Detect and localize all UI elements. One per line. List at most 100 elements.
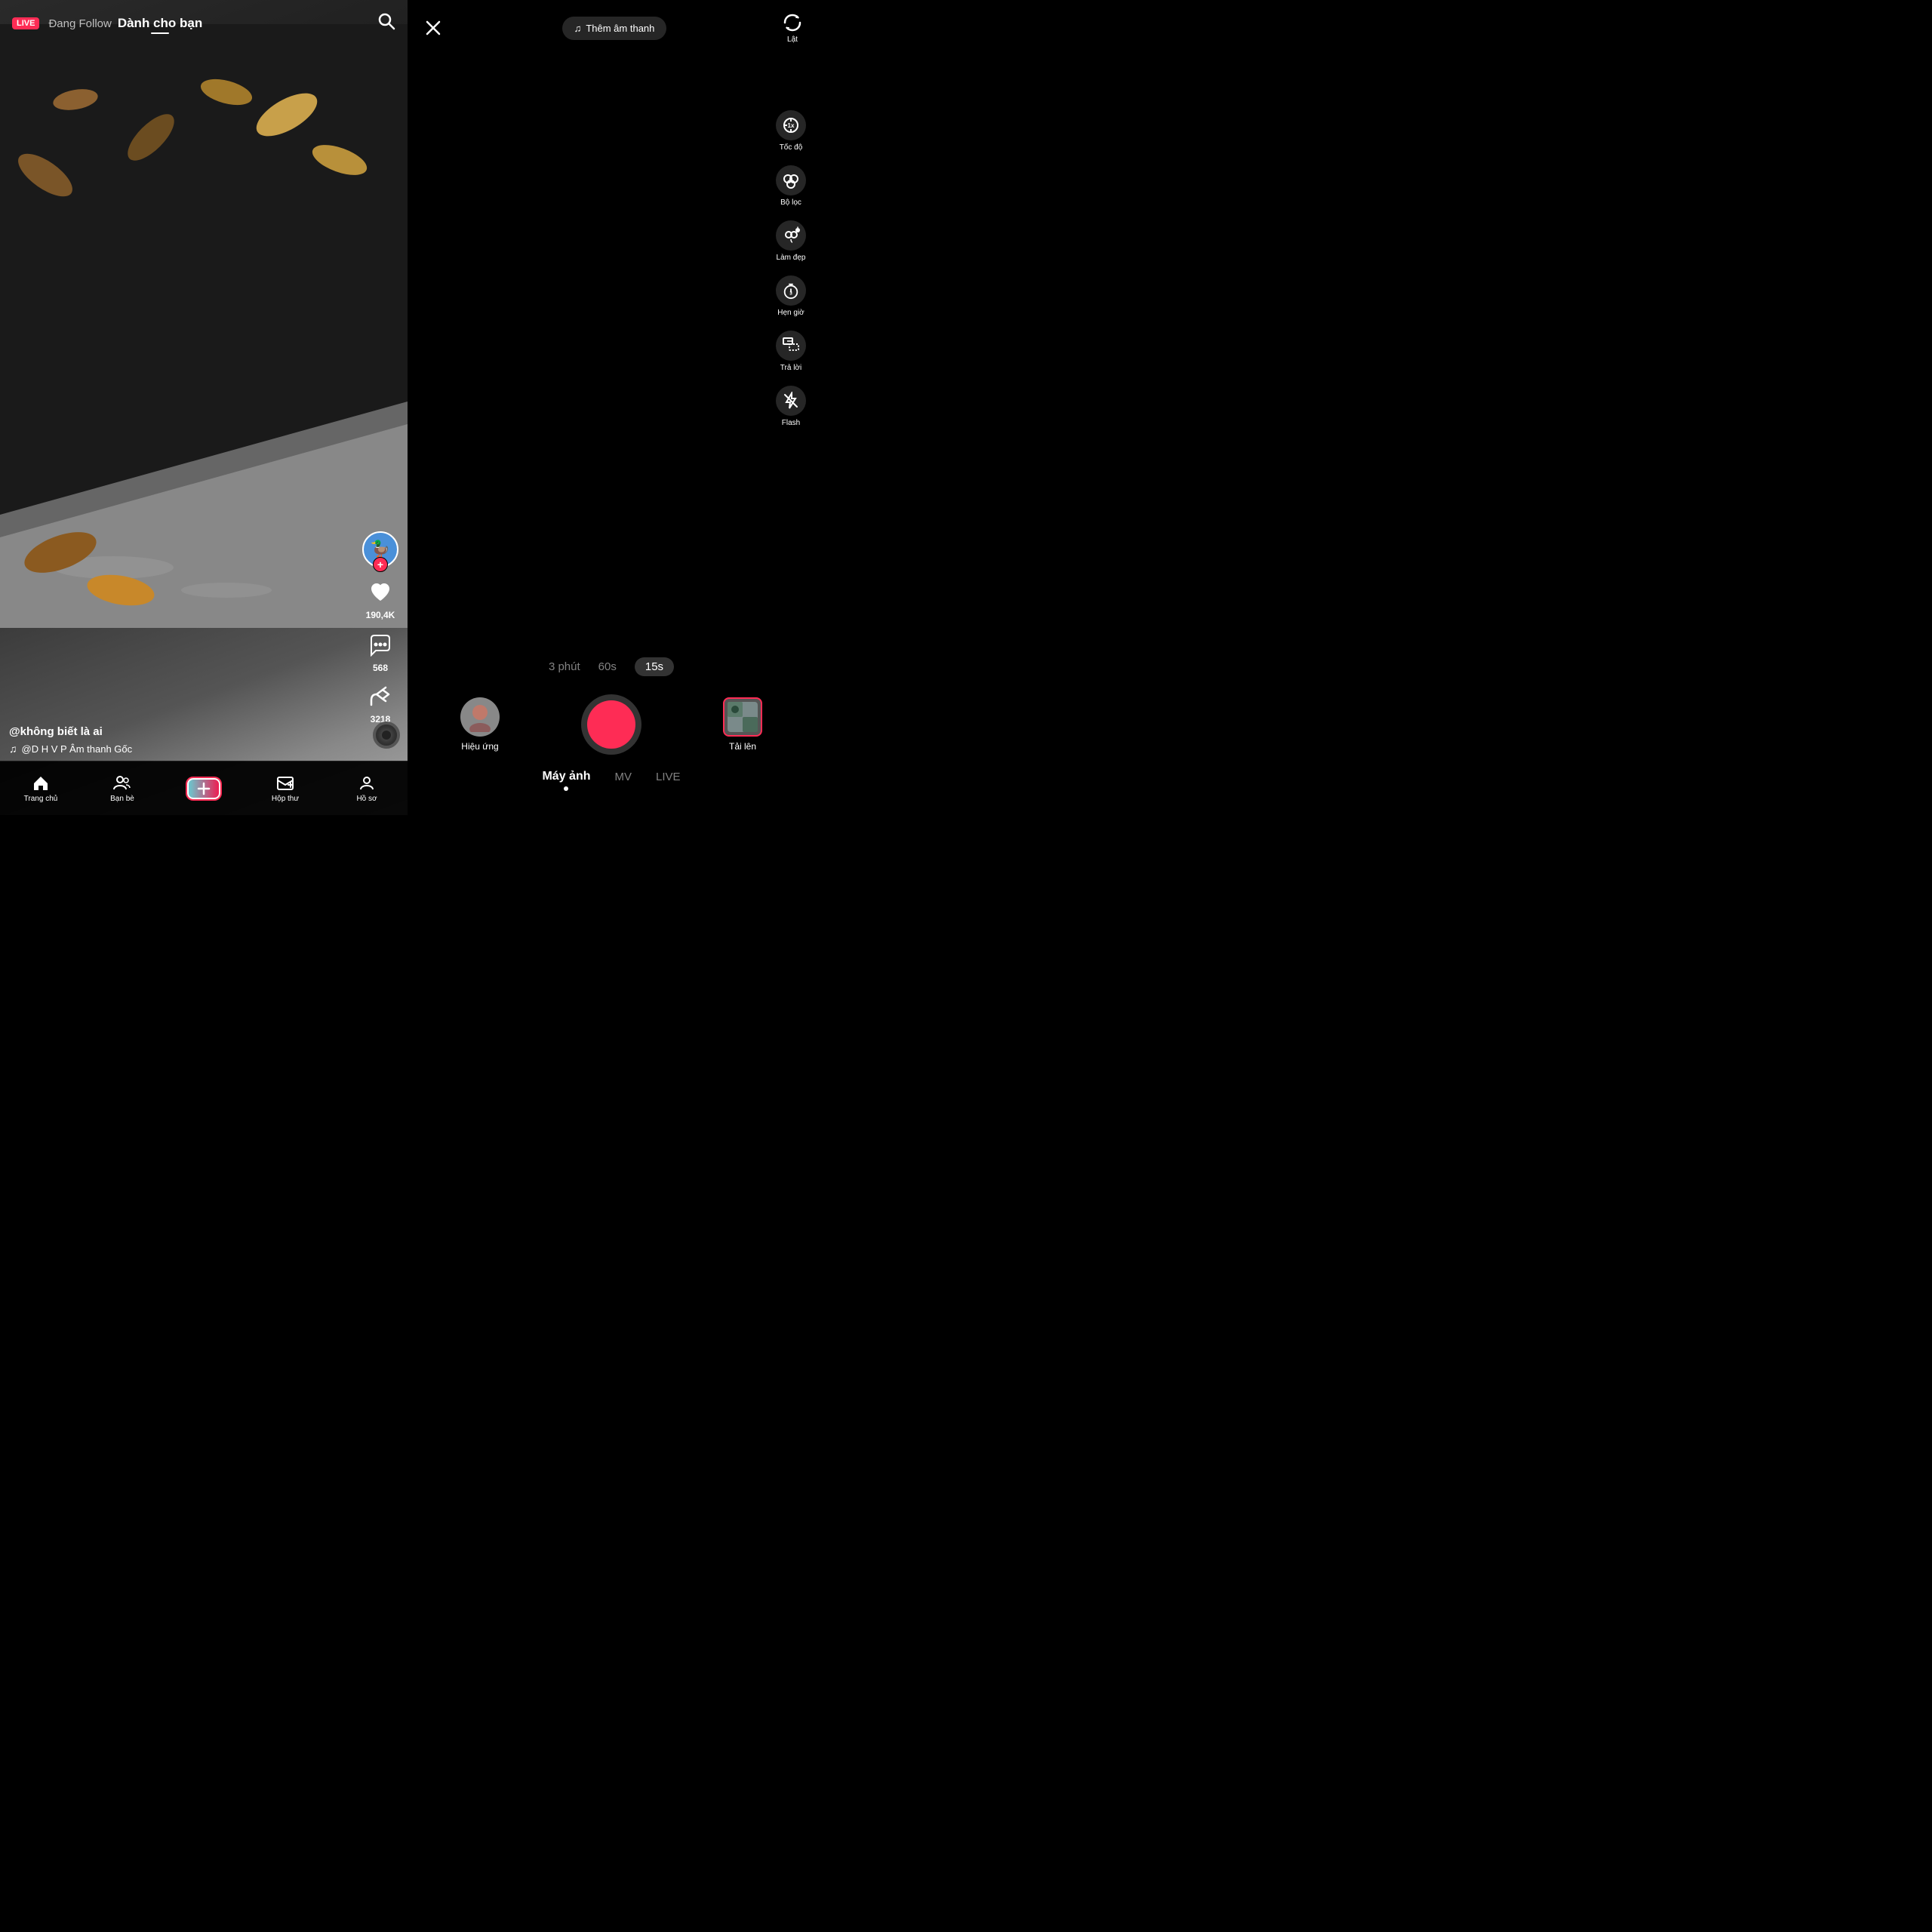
camera-bottom: 3 phút 60s 15s Hiệu ứng [408,645,815,815]
live-badge: LIVE [12,17,39,29]
flash-label: Flash [782,419,800,427]
upload-button[interactable]: Tải lên [723,697,762,752]
beauty-svg [782,226,800,245]
nav-create[interactable] [163,778,245,799]
like-icon [368,580,392,608]
home-icon [32,774,50,792]
follow-plus-badge[interactable]: + [373,557,388,572]
nav-friends[interactable]: Bạn bè [82,774,163,803]
close-icon [424,19,442,37]
effect-button[interactable]: Hiệu ứng [460,697,500,752]
top-bar: LIVE Đang Follow Dành cho bạn [0,0,408,41]
friends-icon [113,774,131,792]
username[interactable]: @không biết là ai [9,725,347,738]
music-note-icon: ♫ [9,743,17,755]
share-icon [369,685,392,712]
search-icon[interactable] [377,12,395,35]
beauty-label: Làm đẹp [777,254,806,262]
nav-profile[interactable]: Hồ sơ [326,774,408,803]
reply-tool[interactable]: Trả lời [776,331,806,372]
flip-icon [782,12,803,33]
camera-top-bar: ♫ Thêm âm thanh Lật [408,0,815,50]
record-button[interactable] [587,700,635,749]
flash-icon [776,386,806,416]
music-disc [373,721,400,749]
avatar-wrap[interactable]: 🦆 + [362,531,398,568]
share-action[interactable]: 3218 [369,685,392,724]
nav-friends-label: Bạn bè [110,795,134,803]
upload-thumbnail [723,697,762,737]
bottom-nav: Trang chủ Bạn bè [0,761,408,815]
speed-tool[interactable]: 1x Tốc độ [776,110,806,152]
upload-label: Tải lên [729,741,756,752]
filter-tool[interactable]: Bộ lọc [776,165,806,207]
duration-3min[interactable]: 3 phút [549,660,580,673]
close-button[interactable] [420,14,447,42]
capture-row: Hiệu ứng Tải lên [420,694,803,755]
filter-icon [776,165,806,195]
bottom-info: @không biết là ai ♫ @D H V P Âm thanh Gố… [9,725,347,755]
music-icon: ♫ [574,23,582,34]
music-text: @D H V P Âm thanh Gốc [22,743,133,755]
add-sound-label: Thêm âm thanh [586,23,654,34]
tab-live[interactable]: LIVE [656,771,681,791]
like-count: 190,4K [366,610,395,620]
tab-mayanh[interactable]: Máy ảnh [542,770,590,791]
nav-inbox[interactable]: Hộp thư [245,774,326,803]
comment-icon [368,632,392,661]
timer-label: Hẹn giờ [777,309,804,317]
comment-action[interactable]: 568 [368,632,392,673]
reply-icon [776,331,806,361]
svg-text:3: 3 [789,291,792,297]
left-panel: LIVE Đang Follow Dành cho bạn 🦆 + 190,4K [0,0,408,815]
duration-15s[interactable]: 15s [635,657,674,676]
video-background[interactable] [0,0,408,815]
flip-label: Lật [787,35,798,44]
tab-underline [151,32,169,34]
filter-label: Bộ lọc [780,198,801,207]
nav-profile-label: Hồ sơ [356,795,377,803]
tab-mayanh-label: Máy ảnh [542,770,590,783]
record-button-wrap[interactable] [581,694,641,755]
duration-row: 3 phút 60s 15s [420,657,803,676]
speed-svg: 1x [782,116,800,134]
speed-label: Tốc độ [780,143,803,152]
right-panel: ♫ Thêm âm thanh Lật [408,0,815,815]
camera-tools: 1x Tốc độ Bộ lọc [776,110,806,427]
filter-svg [782,171,800,189]
duration-60s[interactable]: 60s [598,660,617,673]
tab-foryou-wrap[interactable]: Dành cho bạn [118,16,202,31]
reply-svg [782,337,800,355]
nav-home-label: Trang chủ [24,795,58,803]
profile-icon [358,774,376,792]
tab-following[interactable]: Đang Follow [48,17,111,30]
music-row[interactable]: ♫ @D H V P Âm thanh Gốc [9,743,347,755]
plus-icon [195,780,212,797]
tab-mv-label: MV [614,771,632,783]
nav-home[interactable]: Trang chủ [0,774,82,803]
tab-live-label: LIVE [656,771,681,783]
timer-svg: 3 [782,281,800,300]
flash-svg [782,392,800,410]
tab-foryou[interactable]: Dành cho bạn [118,16,202,30]
mode-tabs: Máy ảnh MV LIVE [420,770,803,803]
reply-label: Trả lời [780,364,801,372]
camera-viewport: 1x Tốc độ Bộ lọc [408,50,815,645]
add-sound-button[interactable]: ♫ Thêm âm thanh [562,17,667,40]
effect-label: Hiệu ứng [461,741,498,752]
like-action[interactable]: 190,4K [366,580,395,620]
svg-text:1x: 1x [788,122,795,129]
effect-avatar [460,697,500,737]
beauty-icon [776,220,806,251]
inbox-icon [276,774,294,792]
right-sidebar: 🦆 + 190,4K 568 [362,531,398,724]
create-button[interactable] [187,778,220,799]
timer-icon: 3 [776,275,806,306]
beauty-tool[interactable]: Làm đẹp [776,220,806,262]
nav-inbox-label: Hộp thư [272,795,299,803]
flash-tool[interactable]: Flash [776,386,806,427]
timer-tool[interactable]: 3 Hẹn giờ [776,275,806,317]
tab-mv[interactable]: MV [614,771,632,791]
flip-button[interactable]: Lật [782,12,803,44]
speed-icon: 1x [776,110,806,140]
